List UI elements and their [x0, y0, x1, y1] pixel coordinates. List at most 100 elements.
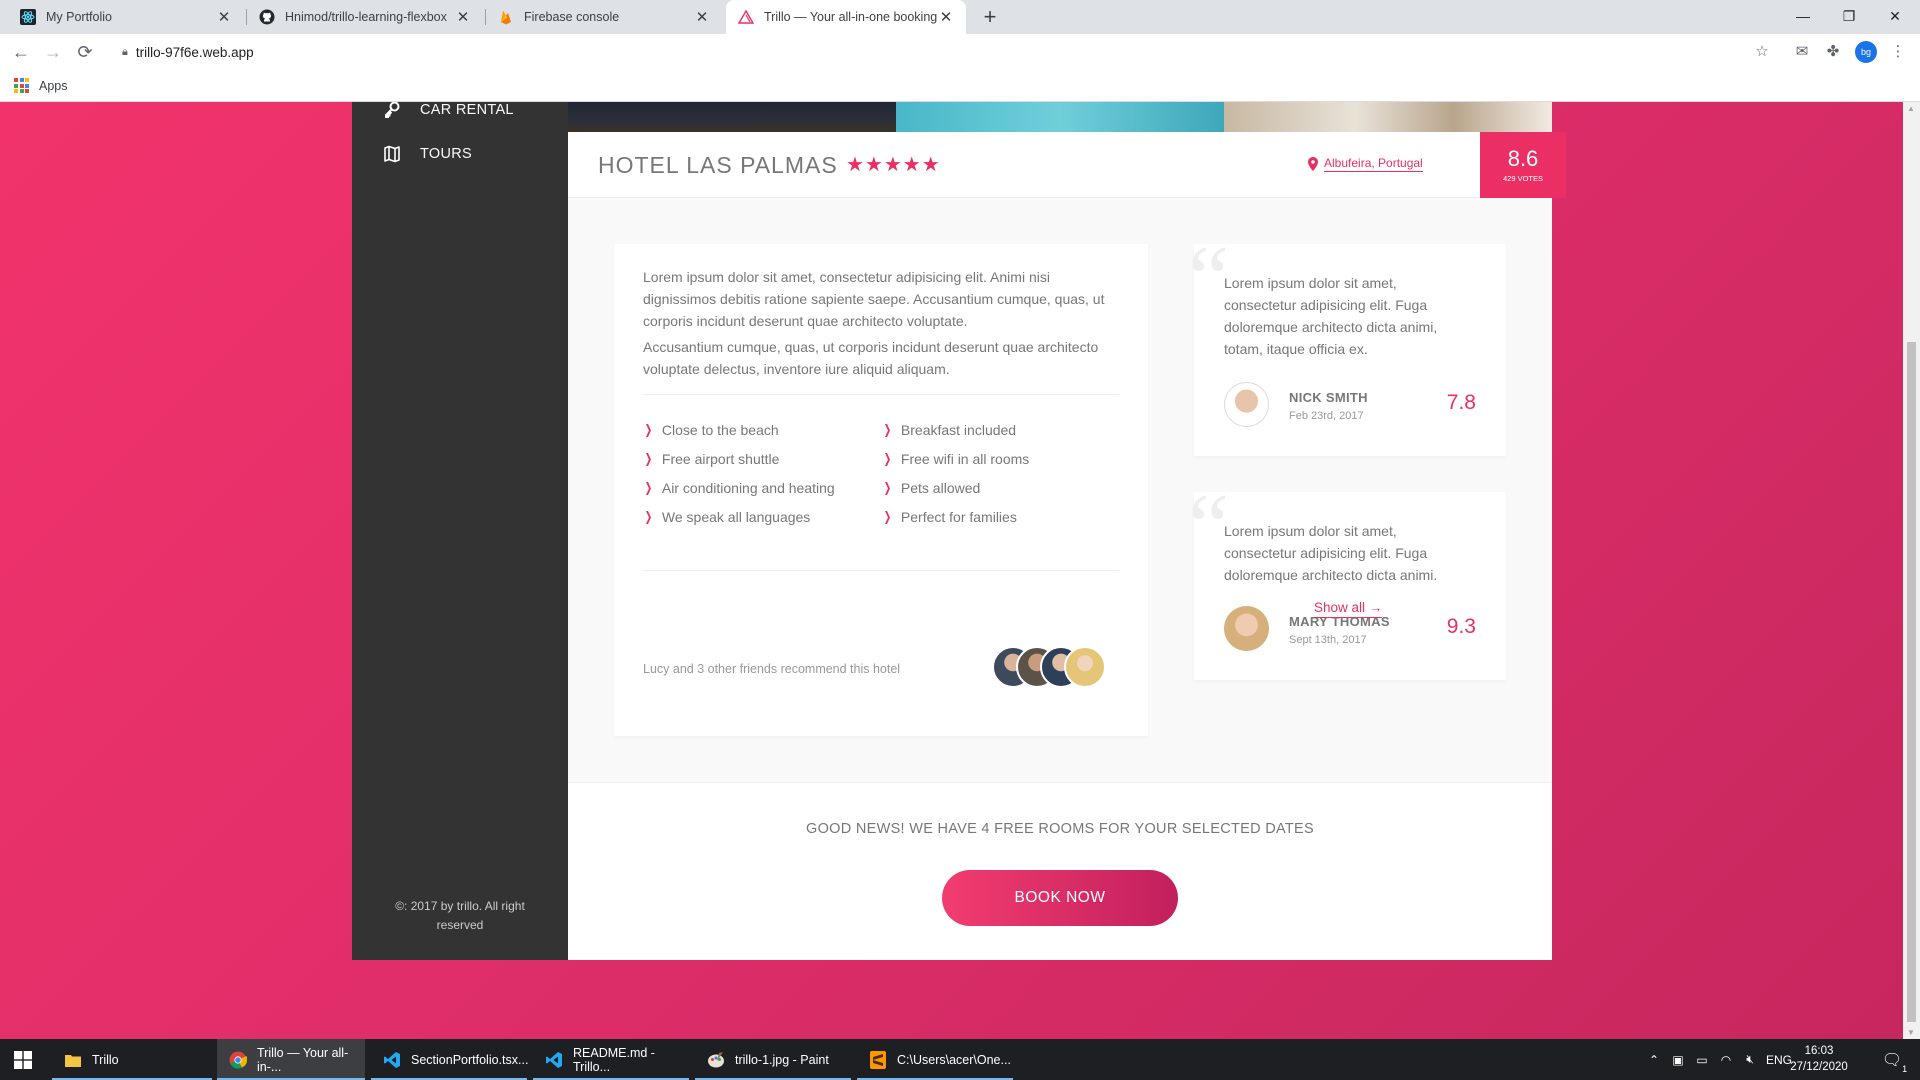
- windows-logo-icon: [14, 1050, 32, 1069]
- clock-date: 27/12/2020: [1790, 1061, 1848, 1073]
- gallery-photo-1[interactable]: [568, 102, 896, 132]
- quote-icon: “: [1188, 475, 1229, 577]
- wifi-icon[interactable]: ◠: [1714, 1053, 1738, 1067]
- browser-tab-trillo[interactable]: Trillo — Your all-in-one booking ✕: [726, 0, 966, 34]
- volume-muted-icon[interactable]: 🔇︎: [1738, 1052, 1762, 1067]
- sidebar-item-car-rental[interactable]: Car rental: [382, 102, 514, 120]
- show-all-link[interactable]: Show all →: [1314, 600, 1383, 618]
- notifications-button[interactable]: 🗨︎ 1: [1872, 1039, 1912, 1080]
- recommend-text: Lucy and 3 other friends recommend this …: [643, 662, 901, 676]
- gallery-photo-2[interactable]: [896, 102, 1224, 132]
- tab-title: Firebase console: [524, 10, 620, 24]
- close-tab-icon[interactable]: ✕: [455, 8, 471, 26]
- gallery-photo-3[interactable]: [1224, 102, 1552, 132]
- chevron-right-icon: ❯: [883, 451, 892, 466]
- scroll-down-icon[interactable]: ▼: [1907, 1028, 1915, 1037]
- location-link[interactable]: Albufeira, Portugal: [1308, 156, 1423, 172]
- feature-label: We speak all languages: [661, 509, 811, 525]
- avatar[interactable]: [1064, 646, 1106, 688]
- restore-button[interactable]: ❐: [1826, 0, 1872, 34]
- feature-label: Free wifi in all rooms: [900, 451, 1030, 467]
- browser-tab-github[interactable]: Hnimod/trillo-learning-flexbox ✕: [247, 0, 483, 34]
- quote-icon: “: [1188, 227, 1229, 329]
- page-scrollbar[interactable]: ▲ ▼: [1903, 102, 1920, 1039]
- cta-section: Good news! We have 4 free rooms for your…: [568, 782, 1552, 960]
- review-date: Sept 13th, 2017: [1289, 634, 1367, 646]
- book-now-button[interactable]: Book now: [942, 870, 1178, 926]
- forward-arrow-icon[interactable]: →: [42, 41, 64, 63]
- sidebar: Car rental Tours ©: 2017 by trillo. All …: [352, 102, 568, 960]
- taskbar-item-label: Trillo: [92, 1052, 119, 1067]
- taskbar-item-label: SectionPortfolio.tsx...: [411, 1052, 529, 1067]
- description-paragraph: Accusantium cumque, quas, ut corporis in…: [643, 339, 1099, 377]
- close-tab-icon[interactable]: ✕: [216, 8, 232, 26]
- chevron-right-icon: ❯: [883, 509, 892, 524]
- apps-bookmark[interactable]: Apps: [39, 79, 68, 93]
- cta-text: Good news! We have 4 free rooms for your…: [806, 821, 1314, 837]
- legal-text: ©: 2017 by trillo. All right reserved: [395, 899, 525, 932]
- address-bar[interactable]: 🔒︎ trillo-97f6e.web.app: [108, 38, 1784, 66]
- sidebar-item-label: Tours: [420, 146, 472, 162]
- reviewer-avatar: [1224, 606, 1269, 651]
- profile-avatar[interactable]: bg: [1855, 41, 1877, 63]
- taskbar-item-label: trillo-1.jpg - Paint: [735, 1052, 829, 1067]
- react-icon: [20, 9, 36, 25]
- rating-average: 8.6: [1507, 146, 1539, 171]
- rating-badge: 8.6 429 votes: [1480, 132, 1566, 198]
- firebase-icon: [498, 9, 514, 25]
- windows-start-button[interactable]: [0, 1039, 46, 1080]
- page-viewport: Car rental Tours ©: 2017 by trillo. All …: [0, 102, 1903, 1039]
- star-rating: ★★★★★: [846, 154, 941, 176]
- divider: [643, 394, 1119, 395]
- map-icon: [382, 144, 402, 164]
- chevron-right-icon: ❯: [644, 509, 653, 524]
- minimize-button[interactable]: —: [1780, 0, 1826, 34]
- battery-icon[interactable]: ▭: [1690, 1053, 1714, 1067]
- browser-tabstrip: My Portfolio ✕ Hnimod/trillo-learning-fl…: [0, 0, 1920, 34]
- feature-label: Air conditioning and heating: [661, 480, 835, 496]
- extensions-puzzle-icon[interactable]: ✤: [1822, 41, 1844, 63]
- taskbar-item-sublime[interactable]: C:\Users\acer\One...: [857, 1039, 1013, 1080]
- chevron-up-icon[interactable]: ⌃: [1642, 1053, 1666, 1067]
- scroll-up-icon[interactable]: ▲: [1907, 104, 1915, 113]
- bookmark-star-icon[interactable]: ☆: [1751, 41, 1773, 63]
- apps-grid-icon[interactable]: [14, 78, 29, 93]
- close-tab-icon[interactable]: ✕: [938, 8, 954, 26]
- vscode-icon: [545, 1051, 563, 1069]
- clock[interactable]: 16:03 27/12/2020: [1786, 1043, 1852, 1075]
- mail-icon[interactable]: ✉: [1791, 41, 1813, 63]
- trillo-logo-icon: [738, 9, 754, 25]
- tab-title: Trillo — Your all-in-one booking: [764, 10, 938, 24]
- taskbar-item-paint[interactable]: trillo-1.jpg - Paint: [695, 1039, 851, 1080]
- chevron-right-icon: ❯: [883, 422, 892, 437]
- sidebar-item-tours[interactable]: Tours: [382, 144, 472, 164]
- description-card: Lorem ipsum dolor sit amet, consectetur …: [614, 244, 1148, 736]
- app-container: Car rental Tours ©: 2017 by trillo. All …: [352, 102, 1566, 960]
- notification-count: 1: [1902, 1063, 1908, 1074]
- taskbar-item-vscode-2[interactable]: README.md - Trillo...: [533, 1039, 689, 1080]
- tab-title: Hnimod/trillo-learning-flexbox: [285, 10, 447, 24]
- new-tab-button[interactable]: +: [976, 4, 1004, 32]
- reload-icon[interactable]: ⟳: [74, 41, 96, 63]
- lock-icon: 🔒︎: [122, 45, 128, 58]
- browser-tab-portfolio[interactable]: My Portfolio ✕: [8, 0, 244, 34]
- feature-label: Perfect for families: [900, 509, 1017, 525]
- taskbar-item-chrome[interactable]: Trillo — Your all-in-...: [217, 1039, 365, 1080]
- url-text: trillo-97f6e.web.app: [135, 44, 254, 60]
- hotel-view: Hotel Las Palmas ★★★★★ Albufeira, Portug…: [568, 102, 1566, 960]
- close-tab-icon[interactable]: ✕: [694, 8, 710, 26]
- close-window-button[interactable]: ✕: [1872, 0, 1918, 34]
- chevron-right-icon: ❯: [644, 422, 653, 437]
- back-arrow-icon[interactable]: ←: [10, 41, 32, 63]
- browser-toolbar: ← → ⟳ 🔒︎ trillo-97f6e.web.app ☆ ✉ ✤ bg ⋮: [0, 34, 1920, 70]
- review-rating: 7.8: [1446, 391, 1476, 414]
- scrollbar-thumb[interactable]: [1907, 342, 1916, 1022]
- taskbar-item-vscode-1[interactable]: SectionPortfolio.tsx...: [371, 1039, 529, 1080]
- rating-count: 429 votes: [1502, 174, 1544, 183]
- browser-tab-firebase[interactable]: Firebase console ✕: [486, 0, 722, 34]
- taskbar-item-explorer[interactable]: Trillo: [52, 1039, 212, 1080]
- kebab-menu-icon[interactable]: ⋮: [1887, 41, 1909, 63]
- review-text: Lorem ipsum dolor sit amet, consectetur …: [1224, 523, 1438, 583]
- chrome-icon: [229, 1051, 247, 1069]
- device-icon[interactable]: ▣: [1666, 1053, 1690, 1067]
